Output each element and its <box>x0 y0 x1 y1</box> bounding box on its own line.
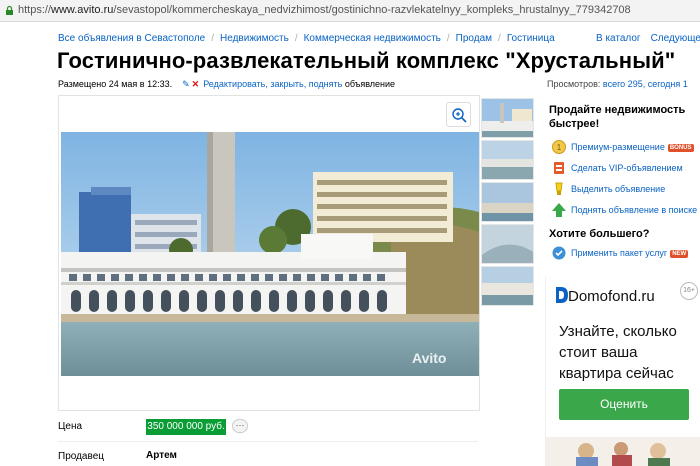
actions-suffix: объявление <box>344 79 396 89</box>
photo-thumbnail[interactable] <box>481 98 534 138</box>
zoom-icon <box>452 108 467 123</box>
photo-thumbnail[interactable] <box>481 224 534 264</box>
catalog-link[interactable]: В каталог <box>596 33 641 44</box>
bonus-badge: BONUS <box>667 144 694 152</box>
breadcrumb-separator: / <box>498 33 501 44</box>
url-path: /sevastopol/kommercheskaya_nedvizhimost/… <box>113 4 631 16</box>
breadcrumb-item-sell[interactable]: Продам <box>456 33 492 44</box>
domofond-ad[interactable]: Domofond.ru 16+ Узнайте, сколько стоит в… <box>545 277 700 466</box>
address-bar[interactable]: https://www.avito.ru/sevastopol/kommerch… <box>0 0 700 22</box>
price-more-button[interactable]: ··· <box>232 419 248 433</box>
next-listing-link[interactable]: Следующее → <box>651 33 700 44</box>
divider <box>58 441 478 442</box>
breadcrumb-item-commercial[interactable]: Коммерческая недвижимость <box>304 33 441 44</box>
promo-raise-label[interactable]: Поднять объявление в поиске <box>571 205 697 215</box>
views-value[interactable]: всего 295, сегодня 1 <box>603 79 688 89</box>
main-photo[interactable] <box>61 132 479 376</box>
promo-vip-label[interactable]: Сделать VIP-объявлением <box>571 163 683 173</box>
coin-icon: 1 <box>552 140 566 154</box>
photo-thumbnail[interactable] <box>481 266 534 306</box>
url-text: https://www.avito.ru/sevastopol/kommerch… <box>18 4 631 16</box>
url-scheme: https:// <box>18 4 52 16</box>
seller-name[interactable]: Артем <box>146 450 177 461</box>
svg-text:1: 1 <box>557 143 562 152</box>
ad-people-illustration <box>546 437 700 466</box>
promo-premium-label[interactable]: Премиум-размещение <box>571 142 665 152</box>
zoom-button[interactable] <box>446 102 471 127</box>
ad-copy: Узнайте, сколько стоит ваша квартира сей… <box>559 323 677 382</box>
highlight-icon <box>555 182 563 195</box>
promo-heading: Продайте недвижимость быстрее! <box>549 104 686 130</box>
promo-package-label[interactable]: Применить пакет услуг <box>571 248 667 258</box>
domofond-brand: Domofond.ru <box>568 288 655 305</box>
promo-panel: Продайте недвижимость быстрее! 1 Премиум… <box>549 103 697 260</box>
url-host: www.avito.ru <box>51 4 114 16</box>
domofond-logo: Domofond.ru <box>556 287 655 305</box>
views-label: Просмотров: <box>547 79 601 89</box>
promo-highlight-label[interactable]: Выделить объявление <box>571 184 665 194</box>
edit-icon[interactable]: ✎ <box>182 79 190 89</box>
view-counter: Просмотров: всего 295, сегодня 1 <box>547 79 688 89</box>
lock-icon <box>6 5 13 15</box>
new-badge: NEW <box>670 250 689 258</box>
listing-meta: Размещено 24 мая в 12:33. ✎ ✕ Редактировать… <box>58 79 395 90</box>
price-value: 350 000 000 руб. <box>146 419 226 435</box>
vip-icon <box>554 162 564 174</box>
breadcrumb-separator: / <box>211 33 215 44</box>
breadcrumb-item-realty[interactable]: Недвижимость <box>220 33 289 44</box>
domofond-logo-icon <box>556 287 568 303</box>
ad-estimate-button[interactable]: Оценить <box>559 389 689 420</box>
breadcrumb: Все объявления в Севастополе / Недвижимост… <box>58 33 555 44</box>
avito-watermark: Avito <box>412 350 447 366</box>
breadcrumb-separator: / <box>446 33 450 44</box>
breadcrumb-separator: / <box>294 33 298 44</box>
package-icon <box>552 246 566 260</box>
posted-date: Размещено 24 мая в 12:33. <box>58 79 173 89</box>
close-icon[interactable]: ✕ <box>192 79 200 89</box>
breadcrumb-item-hotel[interactable]: Гостиница <box>507 33 555 44</box>
edit-actions-link[interactable]: Редактировать, закрыть, поднять <box>203 79 342 89</box>
seller-label: Продавец <box>58 451 104 462</box>
age-rating-badge: 16+ <box>680 282 698 300</box>
page-title: Гостинично-развлекательный комплекс "Хру… <box>57 48 676 73</box>
hotel-photo-illustration <box>61 132 479 376</box>
price-label: Цена <box>58 421 83 432</box>
listing-nav: В каталог Следующее → <box>596 33 700 44</box>
photo-thumbnail[interactable] <box>481 140 534 180</box>
promo-more-heading: Хотите большего? <box>549 228 650 240</box>
photo-thumbnail[interactable] <box>481 182 534 222</box>
arrow-up-icon <box>552 203 566 217</box>
breadcrumb-item-all[interactable]: Все объявления в Севастополе <box>58 33 205 44</box>
